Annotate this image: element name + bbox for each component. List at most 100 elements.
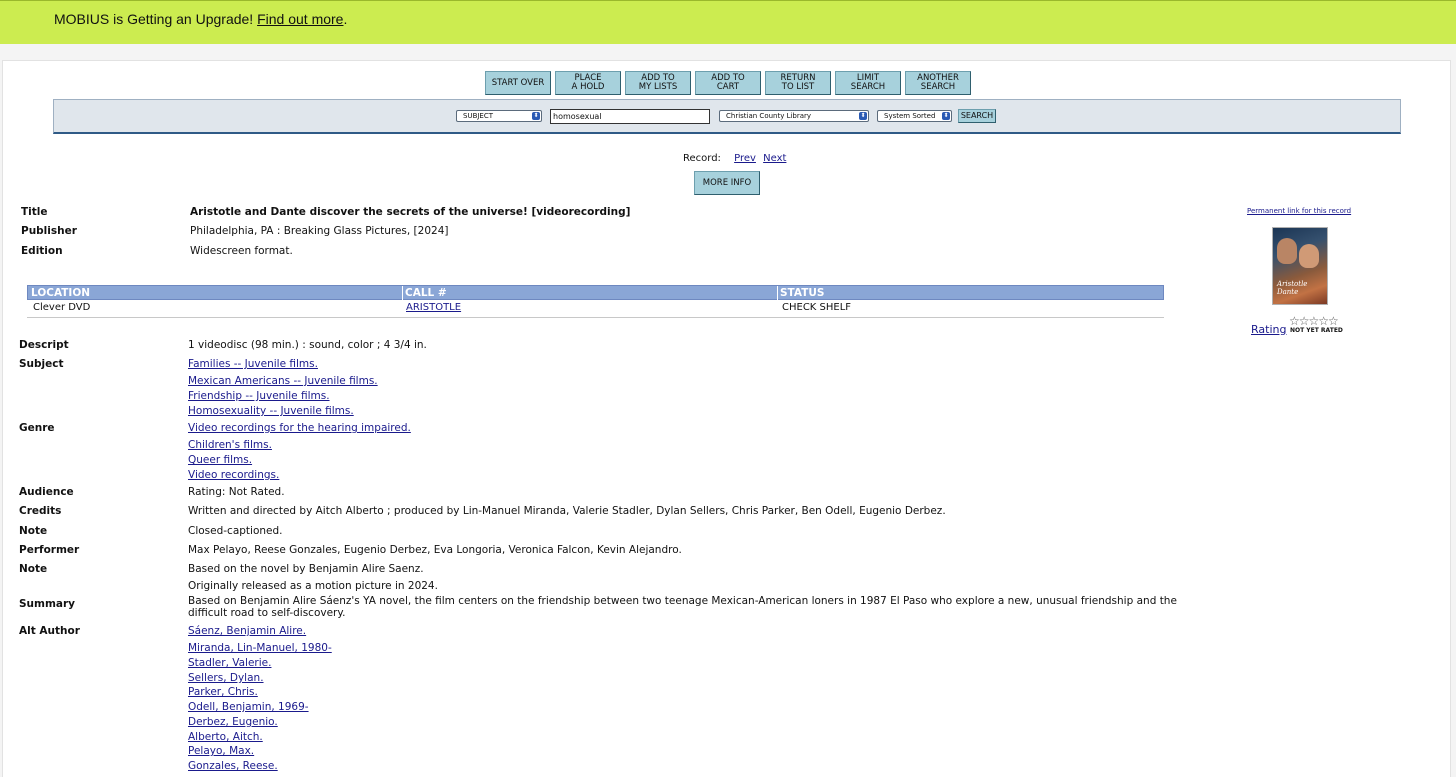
alt-author-link[interactable]: Sáenz, Benjamin Alire.: [188, 625, 306, 637]
more-info-button[interactable]: MORE INFO: [694, 171, 760, 195]
another-search-label-2: SEARCH: [920, 82, 956, 92]
descript-value: 1 videodisc (98 min.) : sound, color ; 4…: [188, 339, 427, 351]
note-value: Based on the novel by Benjamin Alire Sae…: [188, 563, 424, 575]
title-label: Title: [21, 206, 48, 218]
summary-line-2: difficult road to self-discovery.: [188, 607, 346, 619]
cover-figure: [1277, 238, 1297, 264]
column-divider: [402, 286, 403, 301]
catalog-page: START OVER PLACE A HOLD ADD TO MY LISTS AD…: [2, 60, 1451, 777]
banner-text: MOBIUS is Getting an Upgrade!: [54, 11, 258, 27]
alt-author-link[interactable]: Parker, Chris.: [188, 686, 258, 698]
genre-link[interactable]: Queer films.: [188, 454, 252, 466]
descript-label: Descript: [19, 339, 69, 351]
prev-record-link[interactable]: Prev: [734, 153, 756, 164]
alt-author-label: Alt Author: [19, 625, 80, 637]
audience-value: Rating: Not Rated.: [188, 486, 285, 498]
rating-link[interactable]: Rating: [1251, 323, 1286, 336]
upgrade-banner: MOBIUS is Getting an Upgrade! Find out m…: [0, 0, 1456, 44]
sort-select[interactable]: System Sorted ⬍: [877, 110, 952, 122]
column-divider: [777, 286, 778, 301]
record-label: Record:: [683, 153, 721, 164]
publisher-label: Publisher: [21, 225, 77, 237]
place-hold-button[interactable]: PLACE A HOLD: [555, 71, 621, 95]
publisher-value: Philadelphia, PA : Breaking Glass Pictur…: [190, 225, 449, 237]
performer-label: Performer: [19, 544, 80, 556]
sort-value: System Sorted: [884, 112, 936, 120]
start-over-label: START OVER: [491, 77, 545, 88]
summary-label: Summary: [19, 598, 76, 610]
edition-value: Widescreen format.: [190, 245, 293, 257]
genre-label: Genre: [19, 422, 55, 434]
audience-label: Audience: [19, 486, 74, 498]
cover-title: Aristotle Dante: [1277, 280, 1308, 296]
search-query-value: homosexual: [553, 112, 602, 121]
alt-author-link[interactable]: Derbez, Eugenio.: [188, 716, 278, 728]
not-yet-rated-text: NOT YET RATED: [1290, 327, 1343, 334]
alt-author-link[interactable]: Stadler, Valerie.: [188, 657, 271, 669]
add-to-cart-label-2: CART: [716, 82, 740, 92]
genre-link[interactable]: Video recordings for the hearing impaire…: [188, 422, 411, 434]
subject-link[interactable]: Homosexuality -- Juvenile films.: [188, 405, 354, 417]
another-search-button[interactable]: ANOTHER SEARCH: [905, 71, 971, 95]
subject-label: Subject: [19, 358, 64, 370]
search-bar: SUBJECT ⬍ homosexual Christian County Lib…: [53, 99, 1401, 134]
cover-figure: [1299, 244, 1319, 268]
summary-line-1: Based on Benjamin Alire Sáenz's YA novel…: [188, 595, 1177, 607]
genre-link[interactable]: Children's films.: [188, 439, 272, 451]
holdings-header-row: LOCATION CALL # STATUS: [27, 285, 1164, 301]
note-label: Note: [19, 563, 48, 575]
alt-author-link[interactable]: Alberto, Aitch.: [188, 731, 263, 743]
alt-author-link[interactable]: Pelayo, Max.: [188, 745, 254, 757]
holding-status: CHECK SHELF: [782, 302, 852, 313]
credits-value: Written and directed by Aitch Alberto ; …: [188, 505, 946, 517]
call-number-header: CALL #: [405, 287, 447, 299]
find-out-more-link[interactable]: Find out more: [257, 11, 343, 27]
note-label: Note: [19, 525, 48, 537]
row-divider: [27, 317, 1164, 318]
select-arrow-icon: ⬍: [859, 112, 867, 120]
holdings-table: LOCATION CALL # STATUS Clever DVD ARISTO…: [27, 285, 1164, 318]
record-navigation: Record: Prev Next: [683, 153, 786, 164]
subject-link[interactable]: Friendship -- Juvenile films.: [188, 390, 330, 402]
record-title: Aristotle and Dante discover the secrets…: [190, 206, 631, 218]
limit-search-label-2: SEARCH: [850, 82, 886, 92]
limit-search-button[interactable]: LIMIT SEARCH: [835, 71, 901, 95]
location-header: LOCATION: [31, 287, 91, 299]
place-hold-label-2: A HOLD: [571, 82, 605, 92]
start-over-button[interactable]: START OVER: [485, 71, 551, 95]
alt-author-link[interactable]: Gonzales, Reese.: [188, 760, 278, 772]
genre-link[interactable]: Video recordings.: [188, 469, 279, 481]
search-input[interactable]: homosexual: [550, 109, 710, 124]
alt-author-link[interactable]: Odell, Benjamin, 1969-: [188, 701, 309, 713]
search-button[interactable]: SEARCH: [958, 109, 996, 123]
note-value: Originally released as a motion picture …: [188, 580, 438, 592]
banner-message: MOBIUS is Getting an Upgrade! Find out m…: [54, 11, 347, 27]
note-value: Closed-captioned.: [188, 525, 283, 537]
permanent-link[interactable]: Permanent link for this record: [1247, 207, 1351, 215]
edition-label: Edition: [21, 245, 63, 257]
library-value: Christian County Library: [726, 112, 812, 120]
search-type-value: SUBJECT: [463, 112, 494, 120]
subject-link[interactable]: Mexican Americans -- Juvenile films.: [188, 375, 378, 387]
select-arrow-icon: ⬍: [942, 112, 950, 120]
return-to-list-button[interactable]: RETURN TO LIST: [765, 71, 831, 95]
library-select[interactable]: Christian County Library ⬍: [719, 110, 869, 122]
status-header: STATUS: [780, 287, 825, 299]
alt-author-link[interactable]: Sellers, Dylan.: [188, 672, 264, 684]
next-record-link[interactable]: Next: [763, 153, 786, 164]
star-rating-icon[interactable]: ☆☆☆☆☆: [1289, 314, 1339, 328]
subject-link[interactable]: Families -- Juvenile films.: [188, 358, 318, 370]
call-number-link[interactable]: ARISTOTLE: [406, 302, 461, 313]
select-arrow-icon: ⬍: [532, 112, 540, 120]
cover-image[interactable]: Aristotle Dante: [1272, 227, 1328, 305]
performer-value: Max Pelayo, Reese Gonzales, Eugenio Derb…: [188, 544, 682, 556]
banner-period: .: [343, 11, 348, 27]
holding-location: Clever DVD: [33, 302, 91, 313]
add-to-lists-label-2: MY LISTS: [638, 82, 678, 92]
add-to-lists-button[interactable]: ADD TO MY LISTS: [625, 71, 691, 95]
return-to-list-label-2: TO LIST: [781, 82, 815, 92]
search-type-select[interactable]: SUBJECT ⬍: [456, 110, 542, 122]
alt-author-link[interactable]: Miranda, Lin-Manuel, 1980-: [188, 642, 332, 654]
add-to-cart-button[interactable]: ADD TO CART: [695, 71, 761, 95]
credits-label: Credits: [19, 505, 62, 517]
